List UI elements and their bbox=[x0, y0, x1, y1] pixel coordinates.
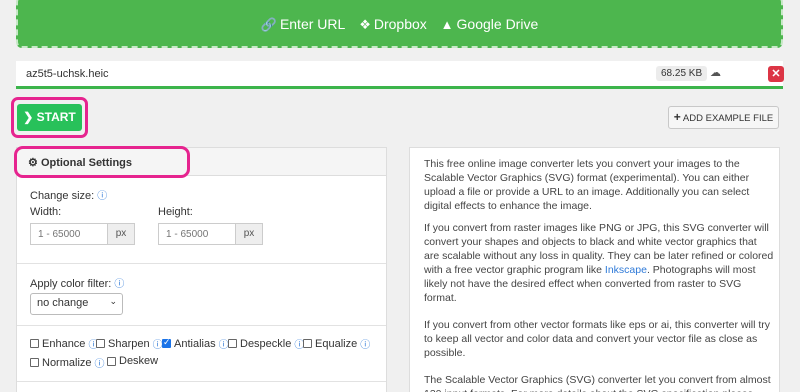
info-icon[interactable]: ⓘ bbox=[95, 355, 105, 370]
checkbox-box[interactable] bbox=[30, 358, 39, 367]
optional-settings-highlight bbox=[14, 146, 190, 178]
google-drive-label: Google Drive bbox=[456, 16, 539, 32]
checkbox-box[interactable] bbox=[96, 339, 105, 348]
add-example-file-button[interactable]: + ADD EXAMPLE FILE bbox=[668, 106, 779, 129]
optional-settings-panel: ⚙ Optional Settings Change size: ⓘ Width… bbox=[16, 147, 387, 392]
checkbox-box[interactable] bbox=[303, 339, 312, 348]
plus-icon: + bbox=[673, 110, 681, 124]
description-paragraph-3: If you convert from other vector formats… bbox=[424, 319, 771, 359]
checkbox-box-checked[interactable] bbox=[162, 337, 171, 348]
info-icon[interactable]: ⓘ bbox=[114, 279, 124, 290]
sharpen-label: Sharpen bbox=[108, 337, 150, 350]
google-drive-icon: ▲ bbox=[440, 17, 454, 32]
divider bbox=[17, 381, 386, 382]
description-panel: This free online image converter lets yo… bbox=[409, 147, 780, 392]
antialias-label: Antialias bbox=[174, 337, 216, 350]
cloud-upload-icon[interactable]: ☁ bbox=[710, 66, 721, 79]
start-label: START bbox=[36, 110, 76, 124]
color-filter-value: no change bbox=[37, 297, 89, 309]
deskew-label: Deskew bbox=[119, 355, 159, 367]
link-icon: 🔗 bbox=[260, 17, 277, 32]
color-filter-label: Apply color filter: ⓘ bbox=[30, 275, 124, 290]
description-paragraph-1: This free online image converter lets yo… bbox=[424, 158, 750, 212]
color-filter-select[interactable]: no change ⌄ bbox=[30, 293, 123, 315]
description-paragraph-2: If you convert from raster images like P… bbox=[424, 221, 774, 305]
file-size-badge: 68.25 KB bbox=[656, 66, 708, 81]
divider bbox=[17, 263, 386, 264]
description-paragraph-4: The Scalable Vector Graphics (SVG) conve… bbox=[424, 374, 771, 392]
antialias-checkbox[interactable]: Antialiasⓘ bbox=[162, 336, 229, 351]
equalize-checkbox[interactable]: Equalize ⓘ bbox=[303, 336, 370, 351]
width-unit: px bbox=[107, 223, 135, 245]
chevron-down-icon: ⌄ bbox=[109, 296, 117, 306]
info-icon[interactable]: ⓘ bbox=[97, 191, 107, 202]
checkbox-box[interactable] bbox=[30, 339, 39, 348]
dropbox-link[interactable]: ❖ Dropbox bbox=[359, 16, 427, 33]
change-size-text: Change size: bbox=[30, 190, 95, 202]
despeckle-label: Despeckle bbox=[240, 337, 292, 350]
enter-url-label: Enter URL bbox=[279, 16, 346, 32]
info-icon[interactable]: ⓘ bbox=[360, 336, 370, 351]
upload-source-links: 🔗 Enter URL ❖ Dropbox ▲ Google Drive bbox=[18, 16, 781, 33]
inkscape-link[interactable]: Inkscape bbox=[605, 264, 647, 276]
enter-url-link[interactable]: 🔗 Enter URL bbox=[261, 16, 346, 33]
enhance-checkbox[interactable]: Enhance ⓘ bbox=[30, 336, 98, 351]
height-input[interactable] bbox=[158, 223, 236, 245]
file-name: az5t5-uchsk.heic bbox=[26, 68, 109, 80]
divider bbox=[17, 325, 386, 326]
chevron-right-icon: ❯ bbox=[23, 110, 34, 124]
remove-file-button[interactable]: ✕ bbox=[768, 66, 784, 82]
sharpen-checkbox[interactable]: Sharpen ⓘ bbox=[96, 336, 163, 351]
change-size-label: Change size: ⓘ bbox=[30, 187, 107, 202]
enhance-label: Enhance bbox=[42, 337, 86, 350]
color-filter-text: Apply color filter: bbox=[30, 278, 112, 290]
google-drive-link[interactable]: ▲ Google Drive bbox=[441, 16, 539, 32]
add-example-label: ADD EXAMPLE FILE bbox=[682, 113, 774, 124]
height-unit: px bbox=[235, 223, 263, 245]
dropbox-icon: ❖ bbox=[359, 17, 371, 32]
start-button-highlight: ❯ START bbox=[11, 97, 88, 138]
deskew-checkbox[interactable]: Deskew bbox=[107, 355, 158, 367]
normalize-label: Normalize bbox=[42, 356, 92, 369]
width-label: Width: bbox=[30, 206, 62, 218]
height-label: Height: bbox=[158, 206, 193, 218]
file-row: az5t5-uchsk.heic 68.25 KB ☁ ✕ bbox=[16, 61, 784, 89]
dropbox-label: Dropbox bbox=[373, 16, 427, 32]
width-input[interactable] bbox=[30, 223, 108, 245]
checkbox-box[interactable] bbox=[228, 339, 237, 348]
despeckle-checkbox[interactable]: Despeckle ⓘ bbox=[228, 336, 304, 351]
equalize-label: Equalize bbox=[315, 337, 358, 350]
upload-dropzone[interactable]: 🔗 Enter URL ❖ Dropbox ▲ Google Drive bbox=[16, 0, 783, 48]
normalize-checkbox[interactable]: Normalize ⓘ bbox=[30, 355, 105, 370]
start-button[interactable]: ❯ START bbox=[17, 104, 82, 131]
checkbox-box[interactable] bbox=[107, 356, 116, 366]
